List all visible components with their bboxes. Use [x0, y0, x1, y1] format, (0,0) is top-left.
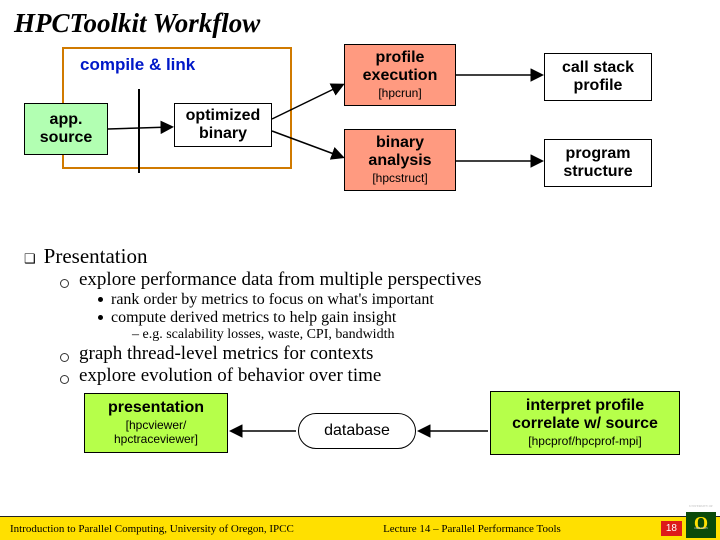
hpcrun-label: [hpcrun]: [378, 87, 421, 101]
footer-left-text: Introduction to Parallel Computing, Univ…: [10, 523, 294, 535]
presentation-label: presentation: [108, 399, 204, 417]
circle-bullet-icon: [60, 375, 69, 384]
circle-bullet-icon: [60, 353, 69, 362]
bullet-explore: explore performance data from multiple p…: [24, 269, 698, 291]
workflow-bottom-diagram: presentation [hpcviewer/ hpctraceviewer]…: [0, 387, 720, 479]
database-node: database: [298, 413, 416, 449]
presentation-heading-row: ❑ Presentation: [24, 244, 698, 269]
circle-bullet-icon: [60, 279, 69, 288]
profile-execution-box: profile execution [hpcrun]: [344, 44, 456, 106]
app-source-box: app. source: [24, 103, 108, 155]
footer-bar: Introduction to Parallel Computing, Univ…: [0, 516, 720, 540]
binary-analysis-label: binary analysis: [345, 134, 455, 171]
program-structure-box: program structure: [544, 139, 652, 187]
page-number-badge: 18: [661, 521, 682, 536]
square-bullet-icon: ❑: [24, 251, 36, 267]
interpret-line2: correlate w/ source: [512, 415, 658, 433]
call-stack-profile-box: call stack profile: [544, 53, 652, 101]
bullet-content: ❑ Presentation explore performance data …: [0, 244, 720, 387]
hpcviewer-label: [hpcviewer/ hpctraceviewer]: [85, 419, 227, 447]
workflow-top-diagram: compile & link app. source optimized bin…: [0, 39, 720, 244]
interpret-line1: interpret profile: [526, 397, 644, 415]
presentation-heading: Presentation: [44, 244, 148, 269]
profile-execution-label: profile execution: [345, 49, 455, 86]
compile-link-label: compile & link: [80, 55, 195, 75]
connector-line: [138, 89, 140, 173]
bullet-derived: compute derived metrics to help gain ins…: [24, 309, 698, 327]
hpcstruct-label: [hpcstruct]: [372, 172, 427, 186]
bullet-eg: – e.g. scalability losses, waste, CPI, b…: [24, 327, 698, 343]
dot-bullet-icon: [98, 297, 103, 302]
bullet-rank: rank order by metrics to focus on what's…: [24, 291, 698, 309]
slide-title: HPCToolkit Workflow: [0, 0, 720, 39]
bullet-graph: graph thread-level metrics for contexts: [24, 343, 698, 365]
bullet-evolution: explore evolution of behavior over time: [24, 365, 698, 387]
oregon-logo: O: [686, 512, 716, 538]
hpcprof-label: [hpcprof/hpcprof-mpi]: [528, 435, 641, 449]
dot-bullet-icon: [98, 315, 103, 320]
presentation-box: presentation [hpcviewer/ hpctraceviewer]: [84, 393, 228, 453]
binary-analysis-box: binary analysis [hpcstruct]: [344, 129, 456, 191]
interpret-box: interpret profile correlate w/ source [h…: [490, 391, 680, 455]
footer-mid-text: Lecture 14 – Parallel Performance Tools: [383, 523, 561, 535]
optimized-binary-box: optimized binary: [174, 103, 272, 147]
